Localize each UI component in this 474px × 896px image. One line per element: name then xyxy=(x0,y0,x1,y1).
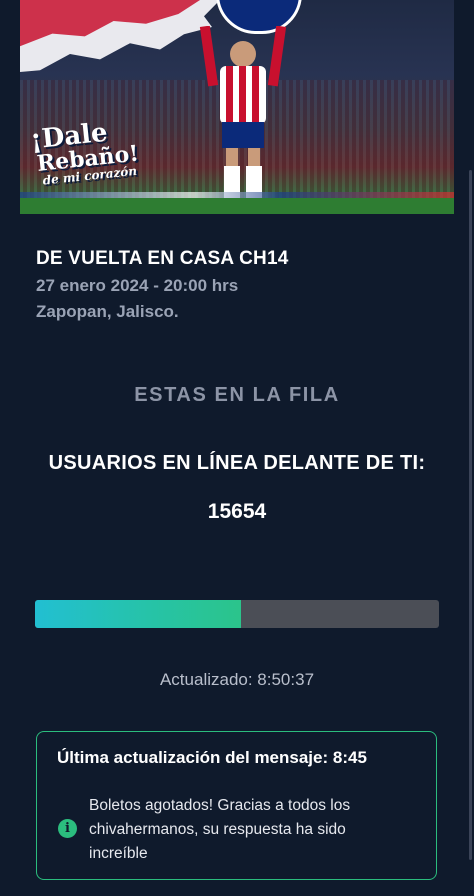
event-title: DE VUELTA EN CASA CH14 xyxy=(36,248,289,269)
queue-status-heading: ESTAS EN LA FILA xyxy=(134,384,340,406)
message-body: Boletos agotados! Gracias a todos los ch… xyxy=(89,797,351,862)
event-banner-image: ¡Dale Rebaño! de mi corazón xyxy=(20,0,454,214)
banner-tagline: ¡Dale Rebaño! de mi corazón xyxy=(29,117,141,188)
queue-progress-fill xyxy=(35,600,242,628)
users-ahead-label: USUARIOS EN LÍNEA DELANTE DE TI: xyxy=(48,452,426,474)
last-updated-time: Actualizado: 8:50:37 xyxy=(159,670,315,689)
event-datetime: 27 enero 2024 - 20:00 hrs xyxy=(36,276,239,295)
message-update-heading: Última actualización del mensaje: 8:45 xyxy=(57,748,367,767)
pitch-grass xyxy=(20,198,454,214)
event-location: Zapopan, Jalisco. xyxy=(36,302,179,321)
player-figure xyxy=(199,26,287,202)
message-update-card: Última actualización del mensaje: 8:45 i… xyxy=(36,731,437,880)
users-ahead-count: 15654 xyxy=(207,500,267,523)
queue-progress-bar xyxy=(35,600,439,628)
info-icon: i xyxy=(58,819,77,838)
